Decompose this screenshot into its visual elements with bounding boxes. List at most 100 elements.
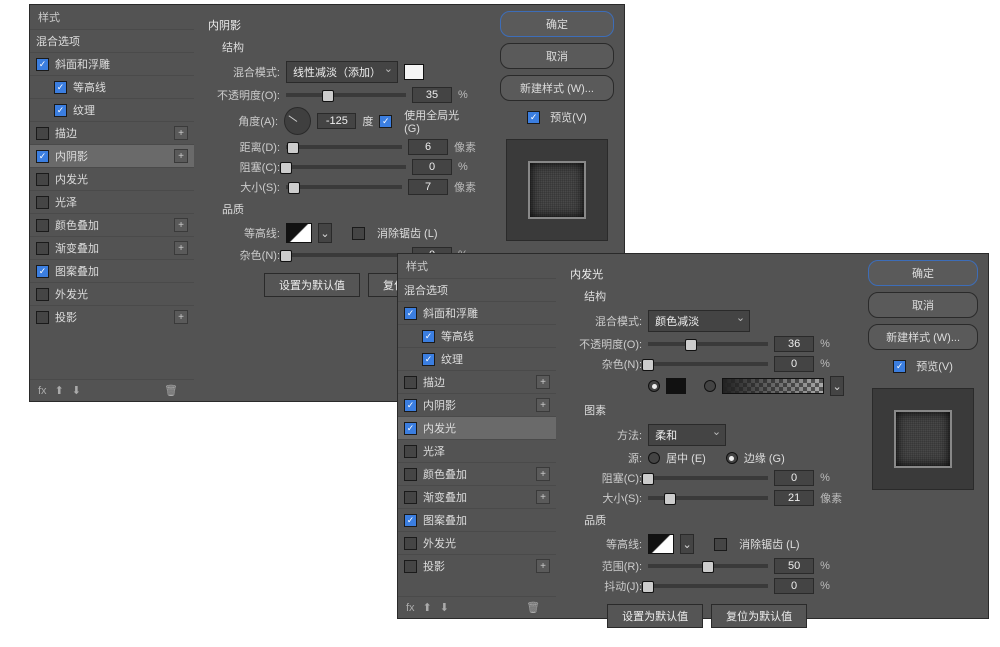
set-default-button[interactable]: 设置为默认值 bbox=[607, 604, 703, 628]
color-radio[interactable] bbox=[648, 380, 660, 392]
checkbox-icon[interactable]: ✓ bbox=[404, 307, 417, 320]
fx-icon[interactable]: fx bbox=[38, 385, 47, 397]
distance-input[interactable]: 6 bbox=[408, 139, 448, 155]
checkbox-icon[interactable] bbox=[404, 560, 417, 573]
sidebar-item-bevel[interactable]: ✓斜面和浮雕 bbox=[30, 52, 194, 75]
arrow-down-icon[interactable]: ⬇ bbox=[72, 384, 81, 397]
sidebar-item-outerglow[interactable]: 外发光 bbox=[30, 282, 194, 305]
checkbox-icon[interactable] bbox=[36, 173, 49, 186]
sidebar-item-dropshadow[interactable]: 投影+ bbox=[30, 305, 194, 328]
cancel-button[interactable]: 取消 bbox=[868, 292, 978, 318]
chevron-down-icon[interactable]: ⌄ bbox=[830, 376, 844, 396]
jitter-input[interactable]: 0 bbox=[774, 578, 814, 594]
checkbox-icon[interactable]: ✓ bbox=[36, 150, 49, 163]
sidebar-item-patternoverlay[interactable]: ✓图案叠加 bbox=[30, 259, 194, 282]
sidebar-item-outerglow[interactable]: 外发光 bbox=[398, 531, 556, 554]
checkbox-icon[interactable] bbox=[36, 242, 49, 255]
plus-icon[interactable]: + bbox=[174, 149, 188, 163]
sidebar-item-bevel[interactable]: ✓斜面和浮雕 bbox=[398, 301, 556, 324]
antialias-checkbox[interactable] bbox=[714, 538, 727, 551]
sidebar-item-satin[interactable]: 光泽 bbox=[398, 439, 556, 462]
preview-checkbox[interactable]: ✓ bbox=[893, 360, 906, 373]
checkbox-icon[interactable] bbox=[404, 468, 417, 481]
checkbox-icon[interactable]: ✓ bbox=[422, 330, 435, 343]
ok-button[interactable]: 确定 bbox=[500, 11, 614, 37]
checkbox-icon[interactable]: ✓ bbox=[422, 353, 435, 366]
choke-slider[interactable] bbox=[286, 165, 406, 169]
sidebar-item-contour[interactable]: ✓等高线 bbox=[30, 75, 194, 98]
choke-slider[interactable] bbox=[648, 476, 768, 480]
sidebar-item-satin[interactable]: 光泽 bbox=[30, 190, 194, 213]
checkbox-icon[interactable]: ✓ bbox=[54, 104, 67, 117]
range-input[interactable]: 50 bbox=[774, 558, 814, 574]
sidebar-item-gradientoverlay[interactable]: 渐变叠加+ bbox=[398, 485, 556, 508]
noise-slider[interactable] bbox=[286, 253, 406, 257]
size-input[interactable]: 7 bbox=[408, 179, 448, 195]
sidebar-item-innerglow[interactable]: 内发光 bbox=[30, 167, 194, 190]
blend-mode-select[interactable]: 颜色减淡 bbox=[648, 310, 750, 332]
checkbox-icon[interactable] bbox=[36, 196, 49, 209]
sidebar-item-dropshadow[interactable]: 投影+ bbox=[398, 554, 556, 577]
size-slider[interactable] bbox=[648, 496, 768, 500]
angle-dial[interactable] bbox=[284, 107, 311, 135]
checkbox-icon[interactable] bbox=[404, 376, 417, 389]
blend-mode-select[interactable]: 线性减淡（添加） bbox=[286, 61, 398, 83]
plus-icon[interactable]: + bbox=[536, 467, 550, 481]
opacity-slider[interactable] bbox=[648, 342, 768, 346]
opacity-input[interactable]: 36 bbox=[774, 336, 814, 352]
color-swatch[interactable] bbox=[666, 378, 686, 394]
fx-icon[interactable]: fx bbox=[406, 602, 415, 614]
jitter-slider[interactable] bbox=[648, 584, 768, 588]
contour-picker[interactable] bbox=[648, 534, 674, 554]
arrow-down-icon[interactable]: ⬇ bbox=[440, 601, 449, 614]
range-slider[interactable] bbox=[648, 564, 768, 568]
sidebar-item-coloroverlay[interactable]: 颜色叠加+ bbox=[30, 213, 194, 236]
checkbox-icon[interactable] bbox=[404, 491, 417, 504]
choke-input[interactable]: 0 bbox=[774, 470, 814, 486]
gradient-radio[interactable] bbox=[704, 380, 716, 392]
sidebar-item-coloroverlay[interactable]: 颜色叠加+ bbox=[398, 462, 556, 485]
choke-input[interactable]: 0 bbox=[412, 159, 452, 175]
noise-input[interactable]: 0 bbox=[774, 356, 814, 372]
trash-icon[interactable]: 🗑 bbox=[526, 601, 540, 614]
global-light-checkbox[interactable]: ✓ bbox=[379, 115, 392, 128]
sidebar-item-blend[interactable]: 混合选项 bbox=[398, 278, 556, 301]
chevron-down-icon[interactable]: ⌄ bbox=[680, 534, 694, 554]
sidebar-item-stroke[interactable]: 描边+ bbox=[398, 370, 556, 393]
new-style-button[interactable]: 新建样式 (W)... bbox=[868, 324, 978, 350]
checkbox-icon[interactable]: ✓ bbox=[404, 514, 417, 527]
sidebar-item-gradientoverlay[interactable]: 渐变叠加+ bbox=[30, 236, 194, 259]
contour-picker[interactable] bbox=[286, 223, 312, 243]
size-slider[interactable] bbox=[286, 185, 402, 189]
size-input[interactable]: 21 bbox=[774, 490, 814, 506]
opacity-slider[interactable] bbox=[286, 93, 406, 97]
checkbox-icon[interactable]: ✓ bbox=[36, 265, 49, 278]
new-style-button[interactable]: 新建样式 (W)... bbox=[500, 75, 614, 101]
antialias-checkbox[interactable] bbox=[352, 227, 365, 240]
trash-icon[interactable]: 🗑 bbox=[164, 384, 178, 397]
ok-button[interactable]: 确定 bbox=[868, 260, 978, 286]
plus-icon[interactable]: + bbox=[536, 490, 550, 504]
method-select[interactable]: 柔和 bbox=[648, 424, 726, 446]
preview-checkbox[interactable]: ✓ bbox=[527, 111, 540, 124]
sidebar-item-innershadow[interactable]: ✓内阴影+ bbox=[30, 144, 194, 167]
checkbox-icon[interactable]: ✓ bbox=[404, 422, 417, 435]
plus-icon[interactable]: + bbox=[174, 218, 188, 232]
sidebar-item-stroke[interactable]: 描边+ bbox=[30, 121, 194, 144]
plus-icon[interactable]: + bbox=[536, 398, 550, 412]
plus-icon[interactable]: + bbox=[536, 559, 550, 573]
checkbox-icon[interactable] bbox=[36, 127, 49, 140]
color-swatch[interactable] bbox=[404, 64, 424, 80]
set-default-button[interactable]: 设置为默认值 bbox=[264, 273, 360, 297]
plus-icon[interactable]: + bbox=[536, 375, 550, 389]
reset-default-button[interactable]: 复位为默认值 bbox=[711, 604, 807, 628]
center-radio[interactable] bbox=[648, 452, 660, 464]
checkbox-icon[interactable]: ✓ bbox=[54, 81, 67, 94]
plus-icon[interactable]: + bbox=[174, 241, 188, 255]
sidebar-item-contour[interactable]: ✓等高线 bbox=[398, 324, 556, 347]
checkbox-icon[interactable] bbox=[36, 219, 49, 232]
plus-icon[interactable]: + bbox=[174, 126, 188, 140]
distance-slider[interactable] bbox=[286, 145, 402, 149]
checkbox-icon[interactable] bbox=[404, 445, 417, 458]
sidebar-item-patternoverlay[interactable]: ✓图案叠加 bbox=[398, 508, 556, 531]
